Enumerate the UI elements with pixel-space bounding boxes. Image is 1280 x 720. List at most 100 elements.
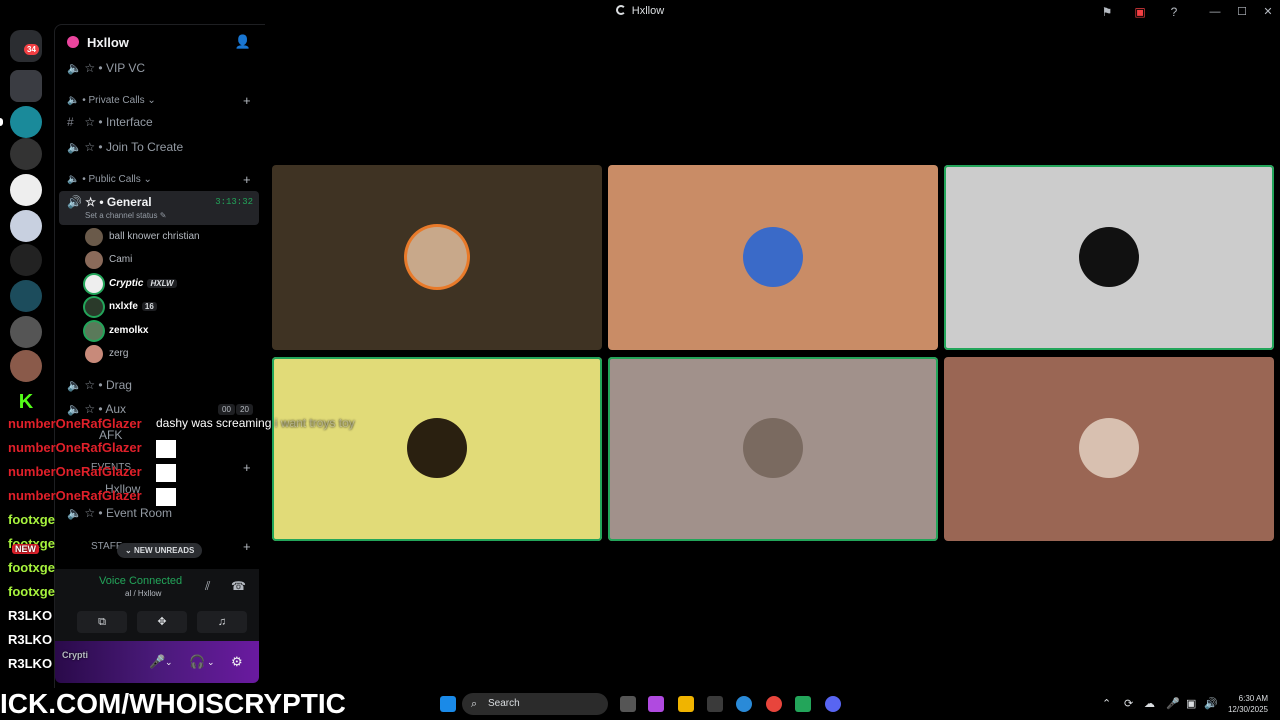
search-icon: ⌕ xyxy=(471,698,478,710)
guild-header[interactable]: Hxllow 👤 xyxy=(55,25,265,59)
soundboard-button[interactable]: ♫ xyxy=(197,611,247,633)
add-channel-icon[interactable]: + xyxy=(243,539,251,554)
participant-tile[interactable] xyxy=(272,357,602,541)
voice-stage xyxy=(266,24,1280,688)
chat-username: footxge xyxy=(8,560,55,575)
volume-icon[interactable]: 🔊 xyxy=(1204,697,1218,710)
noise-suppression-icon[interactable]: ⫽ xyxy=(205,579,210,594)
minimize-button[interactable]: — xyxy=(1205,4,1225,20)
task-view-icon[interactable] xyxy=(620,696,636,712)
server-icon[interactable] xyxy=(10,138,42,170)
hash-icon: # xyxy=(67,115,74,129)
chrome-icon[interactable] xyxy=(766,696,782,712)
microphone-icon[interactable]: 🎤 xyxy=(149,654,165,670)
inbox-icon[interactable]: ⚑ xyxy=(1100,5,1114,19)
server-icon[interactable] xyxy=(10,106,42,138)
help-icon[interactable]: ? xyxy=(1167,5,1181,19)
avatar xyxy=(743,418,803,478)
voice-channel-path[interactable]: al / Hxllow xyxy=(125,589,161,598)
add-channel-icon[interactable]: + xyxy=(243,93,251,108)
user-count: 00 xyxy=(218,404,235,415)
server-icon[interactable] xyxy=(10,316,42,348)
chat-username: numberOneRafGlazer xyxy=(8,488,142,503)
sync-icon[interactable]: ⟳ xyxy=(1124,697,1133,710)
add-channel-icon[interactable]: + xyxy=(243,460,251,475)
close-button[interactable]: ✕ xyxy=(1258,4,1278,20)
window-title: Hxllow xyxy=(0,5,1280,17)
guild-icon xyxy=(67,36,79,48)
chevron-up-icon[interactable]: ⌃ xyxy=(1102,697,1111,710)
chat-username: numberOneRafGlazer xyxy=(8,416,142,431)
participant-tile[interactable] xyxy=(608,357,938,541)
activities-button[interactable]: ✥ xyxy=(137,611,187,633)
camera-button[interactable]: ⧉ xyxy=(77,611,127,633)
server-icon[interactable] xyxy=(10,280,42,312)
avatar xyxy=(1079,418,1139,478)
file-explorer-icon[interactable] xyxy=(678,696,694,712)
speaker-icon: 🔈 xyxy=(67,506,82,520)
store-icon[interactable] xyxy=(707,696,723,712)
maximize-button[interactable]: ☐ xyxy=(1232,4,1252,20)
kick-server-icon[interactable]: K xyxy=(10,386,42,418)
chat-image xyxy=(156,488,176,506)
server-icon[interactable] xyxy=(10,174,42,206)
screen-share-icon[interactable]: ▣ xyxy=(1133,5,1147,19)
speaker-active-icon: 🔊 xyxy=(67,195,82,209)
server-icon[interactable] xyxy=(10,244,42,276)
channel-join-to-create[interactable]: 🔈 ☆ • Join To Create xyxy=(67,140,183,158)
category-public-calls[interactable]: 🔈 • Public Calls ⌄ + xyxy=(67,172,251,187)
new-badge: NEW xyxy=(12,544,39,554)
speaker-icon: 🔈 xyxy=(67,95,80,106)
server-icon[interactable] xyxy=(10,210,42,242)
new-unreads-button[interactable]: ⌄ NEW UNREADS xyxy=(117,543,203,558)
guild-name: Hxllow xyxy=(87,35,129,50)
edge-icon[interactable] xyxy=(736,696,752,712)
chevron-down-icon[interactable]: ⌄ xyxy=(165,657,173,668)
avatar xyxy=(85,275,103,293)
avatar xyxy=(407,226,467,287)
network-icon[interactable]: ▣ xyxy=(1186,697,1196,710)
speaker-icon: 🔈 xyxy=(67,378,82,392)
participant-tile[interactable] xyxy=(608,165,938,350)
headphones-icon[interactable]: 🎧 xyxy=(189,654,205,670)
search-box[interactable]: ⌕ Search xyxy=(462,693,608,715)
chevron-down-icon[interactable]: ⌄ xyxy=(207,657,215,668)
category-private-calls[interactable]: 🔈 • Private Calls ⌄ + xyxy=(67,93,251,108)
channel-status[interactable]: Set a channel status ✎ xyxy=(85,211,166,220)
server-icon[interactable] xyxy=(10,70,42,102)
avatar xyxy=(85,322,103,340)
channel-interface[interactable]: # ☆ • Interface xyxy=(67,115,153,133)
speaker-icon: 🔈 xyxy=(67,174,80,185)
chat-username: numberOneRafGlazer xyxy=(8,464,142,479)
user-panel-name: Crypti xyxy=(62,650,89,660)
channel-vip-vc[interactable]: 🔈 ☆ • VIP VC xyxy=(67,61,145,79)
app-icon[interactable] xyxy=(795,696,811,712)
participant-tile[interactable] xyxy=(272,165,602,350)
copilot-icon[interactable] xyxy=(648,696,664,712)
title-bar: Hxllow ⚑ ▣ ? — ☐ ✕ xyxy=(0,0,1280,24)
channel-sidebar: Hxllow 👤 🔈 ☆ • VIP VC 🔈 • Private Calls … xyxy=(54,24,265,688)
clock[interactable]: 6:30 AM 12/30/2025 xyxy=(1228,693,1268,715)
add-channel-icon[interactable]: + xyxy=(243,172,251,187)
discord-icon[interactable] xyxy=(825,696,841,712)
participant-tile[interactable] xyxy=(944,357,1274,541)
voice-status[interactable]: Voice Connected xyxy=(99,575,182,587)
voice-connection-panel: Voice Connected al / Hxllow ⫽ ☎ ⧉ ✥ ♫ xyxy=(55,569,259,641)
chat-username: numberOneRafGlazer xyxy=(8,440,142,455)
gear-icon[interactable]: ⚙ xyxy=(231,654,243,670)
chat-username: R3LKO xyxy=(8,632,53,647)
microphone-icon[interactable]: 🎤 xyxy=(1166,697,1180,710)
chat-message: dashy was screaming i want troys toy xyxy=(156,416,355,430)
start-icon[interactable] xyxy=(440,696,456,712)
invite-icon[interactable]: 👤 xyxy=(235,34,251,50)
channel-drag[interactable]: 🔈 ☆ • Drag xyxy=(67,378,132,396)
channel-event-room[interactable]: 🔈 ☆ • Event Room xyxy=(67,506,172,524)
chat-username: footxge xyxy=(8,584,55,599)
chat-username: R3LKO xyxy=(8,608,53,623)
cloud-icon[interactable]: ☁ xyxy=(1144,697,1155,710)
server-icon[interactable] xyxy=(10,350,42,382)
disconnect-icon[interactable]: ☎ xyxy=(231,579,246,593)
avatar xyxy=(85,251,103,269)
participant-tile[interactable] xyxy=(944,165,1274,350)
channel-general[interactable]: 🔊 ☆ • General Set a channel status ✎ 3:1… xyxy=(59,191,259,225)
